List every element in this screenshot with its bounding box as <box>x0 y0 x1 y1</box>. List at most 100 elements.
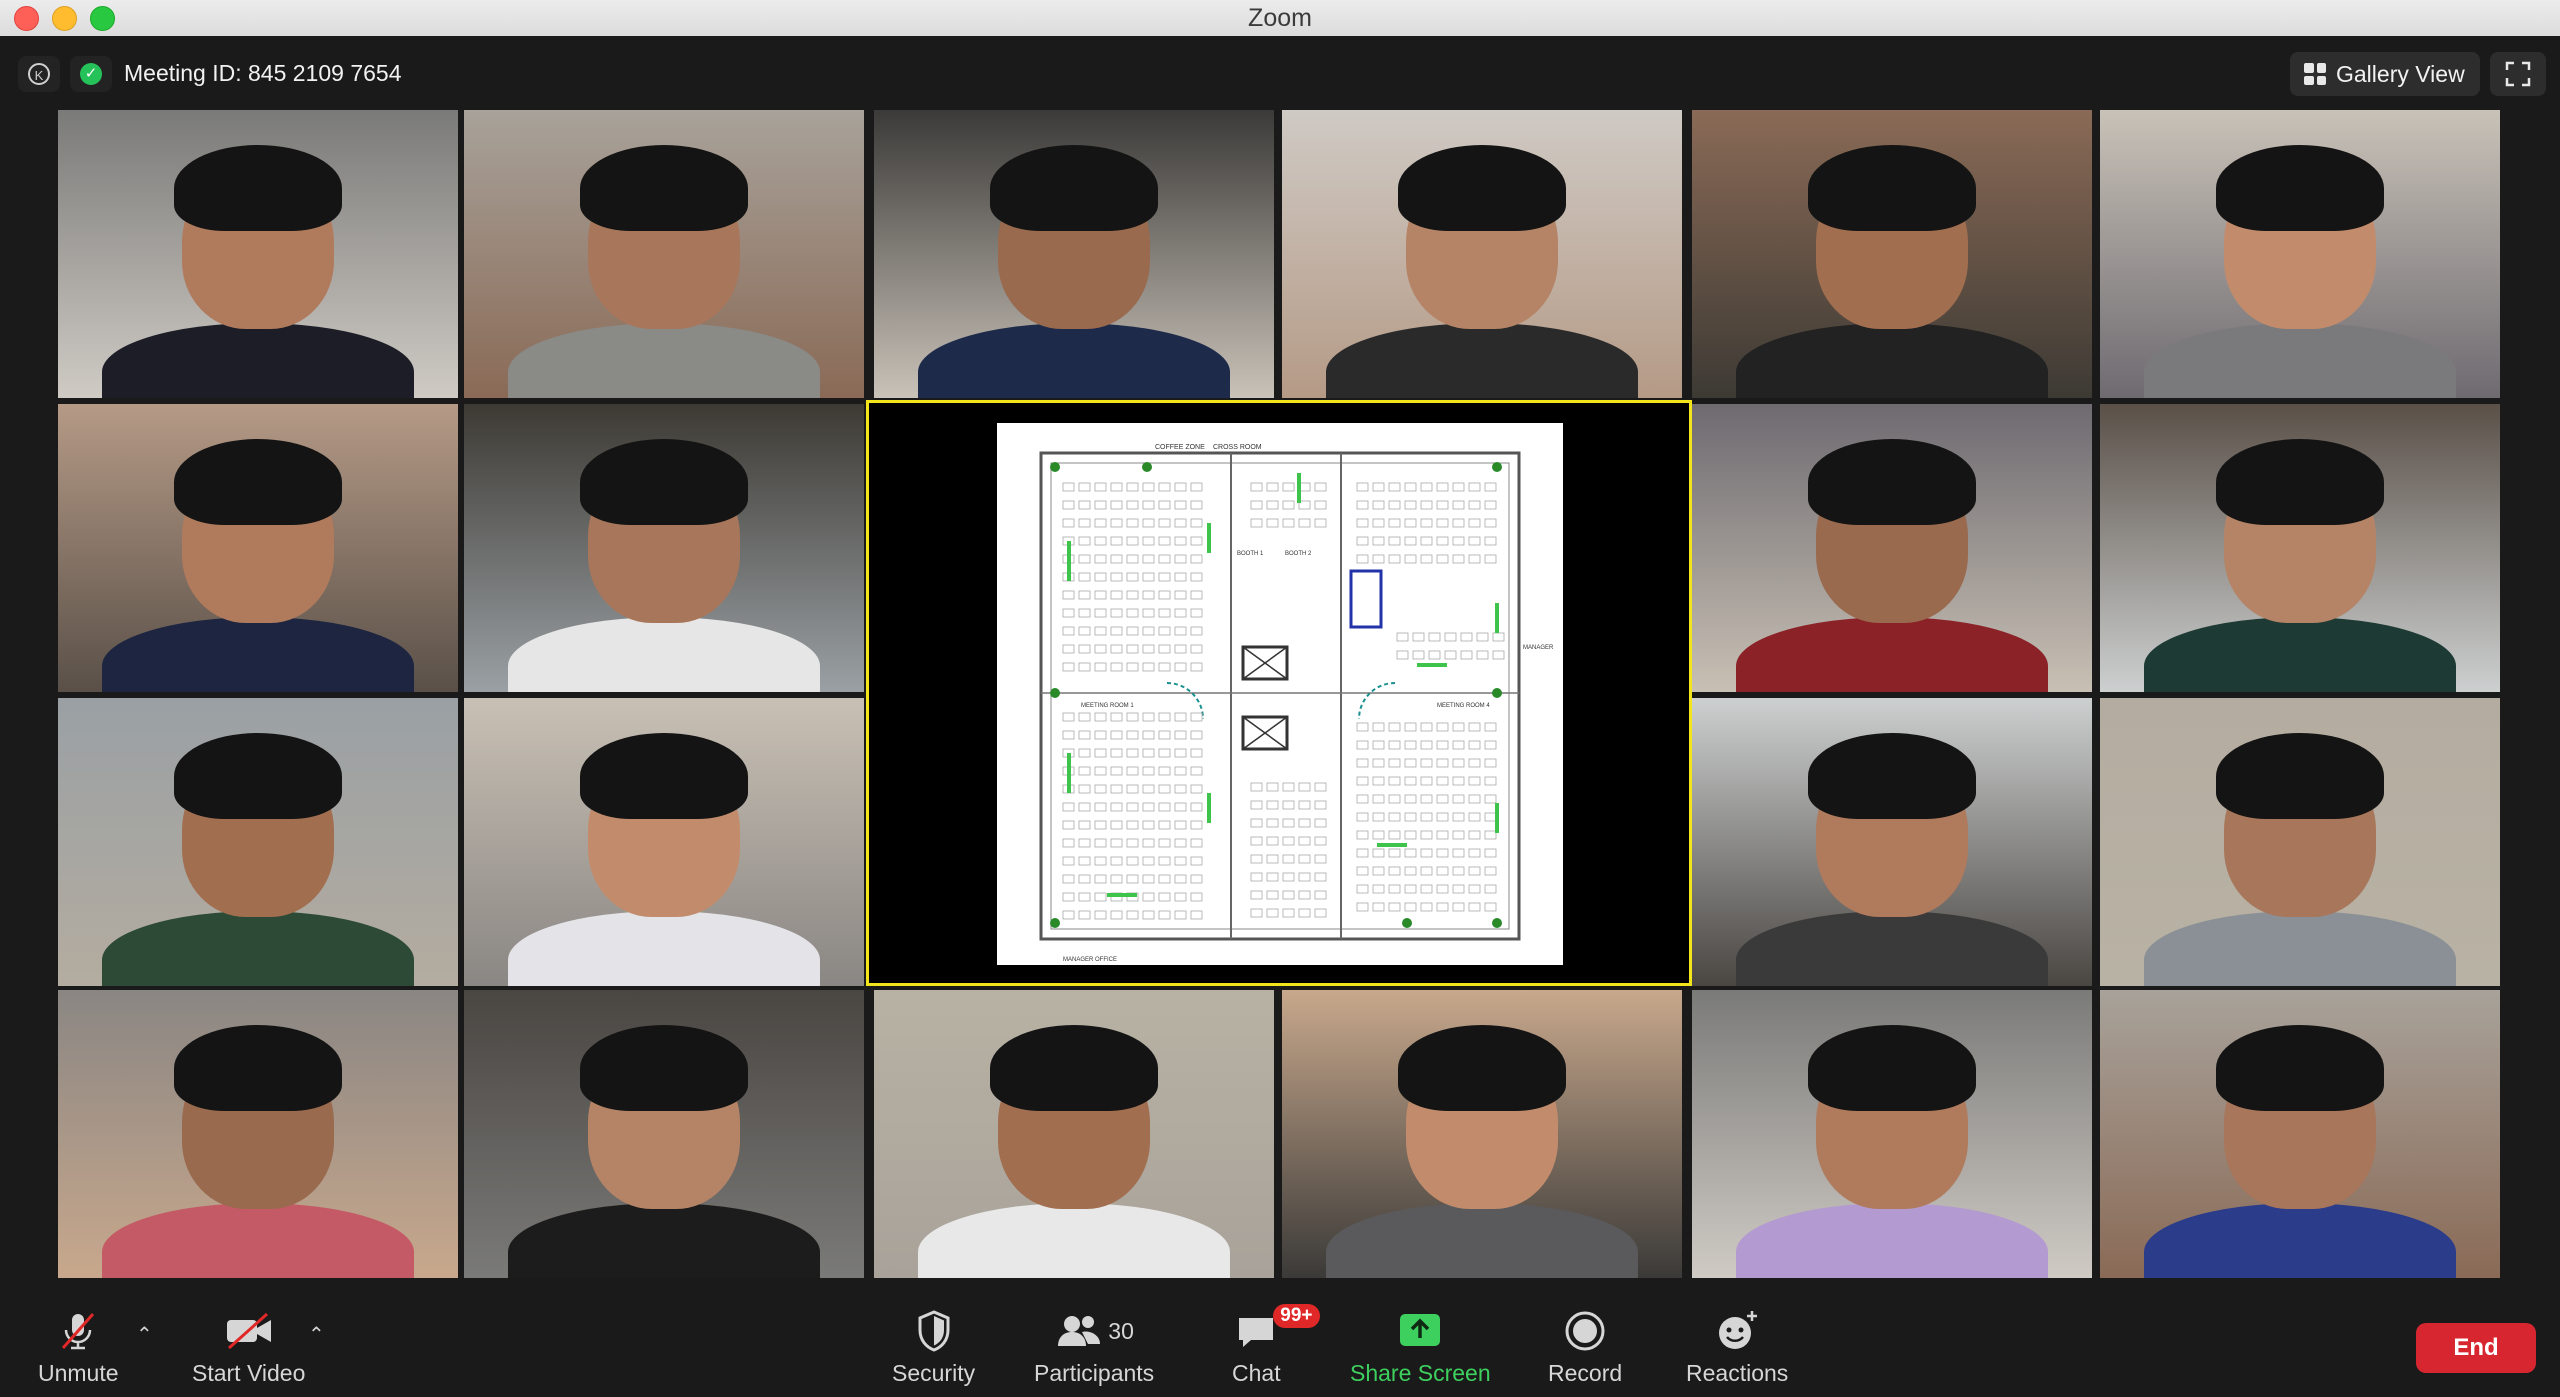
encryption-icon: K <box>28 63 50 85</box>
plan-desk <box>1372 758 1385 768</box>
chat-bubble-icon: 99+ <box>1233 1304 1320 1354</box>
screen-share-tile[interactable]: COFFEE ZONE CROSS ROOM BOOTH 1 BOOTH 2 M… <box>866 400 1692 986</box>
plan-desk <box>1126 820 1139 830</box>
plan-desk <box>1078 874 1091 884</box>
plan-desk <box>1174 482 1187 492</box>
participant-video-tile[interactable] <box>1692 990 2092 1278</box>
plan-desk <box>1078 892 1091 902</box>
participant-video-tile[interactable] <box>1282 990 1682 1278</box>
plan-desk <box>1372 776 1385 786</box>
plan-desk <box>1266 854 1279 864</box>
participant-video-tile[interactable] <box>464 990 864 1278</box>
fullscreen-button[interactable] <box>2490 52 2546 96</box>
plan-desk <box>1372 830 1385 840</box>
plan-desk <box>1468 830 1481 840</box>
plan-desk <box>1388 722 1401 732</box>
start-video-button[interactable]: Start Video <box>192 1308 305 1387</box>
participant-video-tile[interactable] <box>2100 990 2500 1278</box>
reactions-button[interactable]: Reactions <box>1686 1308 1788 1387</box>
security-button[interactable]: Security <box>892 1308 975 1387</box>
participant-video-tile[interactable] <box>1692 404 2092 692</box>
plan-desk <box>1372 812 1385 822</box>
plan-desk <box>1142 590 1155 600</box>
plan-desk <box>1314 836 1327 846</box>
plan-desk <box>1356 794 1369 804</box>
end-meeting-button[interactable]: End <box>2416 1323 2536 1373</box>
plan-desk <box>1062 856 1075 866</box>
participant-video-tile[interactable] <box>2100 404 2500 692</box>
plan-desk <box>1142 784 1155 794</box>
plan-partition <box>1067 541 1071 581</box>
plan-desk <box>1158 910 1171 920</box>
plan-desk <box>1094 838 1107 848</box>
participant-video-tile[interactable] <box>1282 110 1682 398</box>
plan-desk <box>1452 794 1465 804</box>
participant-video-tile[interactable] <box>874 110 1274 398</box>
plan-desk <box>1190 784 1203 794</box>
audio-options-caret[interactable]: ⌃ <box>136 1322 153 1347</box>
plan-desk <box>1126 838 1139 848</box>
plan-desk <box>1094 748 1107 758</box>
smiley-plus-icon <box>1714 1308 1760 1354</box>
participant-video-tile[interactable] <box>2100 698 2500 986</box>
plan-label: MANAGER <box>1523 645 1554 651</box>
participant-hair <box>580 144 748 231</box>
plan-desk <box>1444 632 1457 642</box>
participant-hair <box>580 1024 748 1111</box>
plan-desk <box>1468 482 1481 492</box>
plan-desk <box>1062 482 1075 492</box>
plan-desk <box>1126 644 1139 654</box>
plan-desk <box>1094 820 1107 830</box>
plan-desk <box>1126 802 1139 812</box>
plan-desk <box>1190 910 1203 920</box>
unmute-button[interactable]: Unmute <box>38 1308 119 1387</box>
plan-desk <box>1190 554 1203 564</box>
participant-body <box>2144 1203 2456 1278</box>
record-button[interactable]: Record <box>1548 1308 1622 1387</box>
plan-desk <box>1314 818 1327 828</box>
plan-desk <box>1356 758 1369 768</box>
plan-desk <box>1314 854 1327 864</box>
participant-video-tile[interactable] <box>1692 698 2092 986</box>
plan-desk <box>1110 536 1123 546</box>
participant-video-tile[interactable] <box>58 990 458 1278</box>
meeting-info-button[interactable]: ✓ <box>70 56 112 92</box>
participant-video-tile[interactable] <box>874 990 1274 1278</box>
participant-video-tile[interactable] <box>58 698 458 986</box>
share-screen-button[interactable]: Share Screen <box>1350 1308 1491 1387</box>
plan-desk <box>1266 908 1279 918</box>
plan-desk <box>1314 872 1327 882</box>
plan-desk <box>1110 644 1123 654</box>
plan-desk <box>1126 856 1139 866</box>
encryption-button[interactable]: K <box>18 56 60 92</box>
participant-video-tile[interactable] <box>464 404 864 692</box>
plan-desk <box>1174 910 1187 920</box>
participant-video-tile[interactable] <box>2100 110 2500 398</box>
participant-video-tile[interactable] <box>1692 110 2092 398</box>
participants-button[interactable]: 30 Participants <box>1034 1308 1154 1387</box>
chat-button[interactable]: 99+ Chat <box>1232 1304 1320 1387</box>
plan-desk <box>1266 500 1279 510</box>
plan-desk <box>1436 536 1449 546</box>
plan-column <box>1402 918 1412 928</box>
plan-desk <box>1062 910 1075 920</box>
plan-desk <box>1078 644 1091 654</box>
participant-body <box>1736 911 2048 986</box>
participant-video-tile[interactable] <box>464 110 864 398</box>
plan-desk <box>1094 892 1107 902</box>
participant-video-tile[interactable] <box>58 110 458 398</box>
plan-desk <box>1174 554 1187 564</box>
plan-desk <box>1174 856 1187 866</box>
plan-desk <box>1158 748 1171 758</box>
record-label: Record <box>1548 1360 1623 1386</box>
gallery-view-button[interactable]: Gallery View <box>2290 52 2480 96</box>
plan-desk <box>1190 802 1203 812</box>
plan-desk <box>1388 812 1401 822</box>
gallery-grid-icon <box>2304 63 2326 85</box>
video-options-caret[interactable]: ⌃ <box>308 1322 325 1347</box>
participant-video-tile[interactable] <box>464 698 864 986</box>
plan-desk <box>1468 554 1481 564</box>
plan-desk <box>1094 644 1107 654</box>
plan-desk <box>1388 536 1401 546</box>
participant-video-tile[interactable] <box>58 404 458 692</box>
